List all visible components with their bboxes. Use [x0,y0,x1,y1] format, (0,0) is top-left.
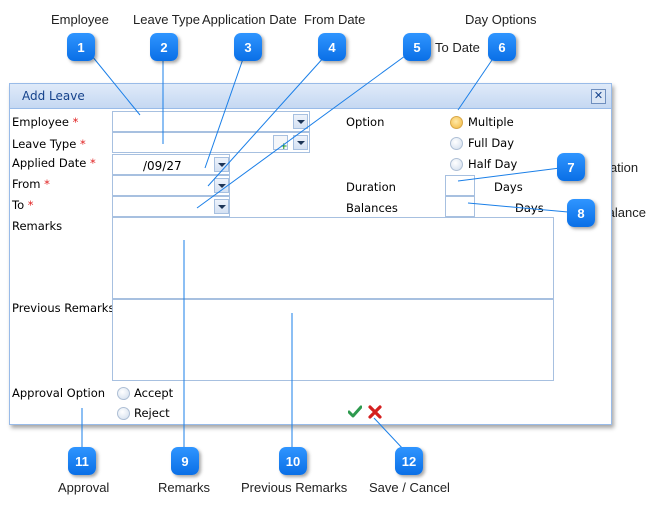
close-icon[interactable]: ✕ [591,89,606,104]
approval-option-label: Approval Option [12,386,106,400]
callout-caption-10: Previous Remarks [241,480,348,495]
from-date-picker-button[interactable] [214,178,229,193]
callout-badge-2: 2 [150,33,178,61]
callout-caption-12: Save / Cancel [369,480,450,495]
callout-caption-6: Day Options [465,12,537,27]
applied-date-value: /09/27 [143,159,182,173]
employee-label: Employee * [12,115,79,129]
leave-type-dropdown-button[interactable] [293,135,308,150]
previous-remarks-textarea[interactable] [112,299,554,381]
callout-badge-5: 5 [403,33,431,61]
duration-unit: Days [494,180,523,194]
option-label: Option [346,115,385,129]
check-icon[interactable] [347,404,363,418]
duration-field[interactable] [445,175,475,196]
approval-accept-label[interactable]: Accept [134,386,173,400]
remarks-label: Remarks [12,219,63,233]
to-date-picker-button[interactable] [214,199,229,214]
approval-accept-radio[interactable] [117,387,130,400]
dialog-titlebar: Add Leave ✕ [10,84,611,109]
balances-unit: Days [515,201,544,215]
callout-caption-1: Employee [51,12,109,27]
applied-date-picker-button[interactable] [214,157,229,172]
callout-badge-3: 3 [234,33,262,61]
applied-date-label: Applied Date * [12,156,96,170]
option-multiple-label[interactable]: Multiple [468,115,514,129]
callout-badge-8: 8 [567,199,595,227]
leave-type-select[interactable]: + [112,132,310,153]
callout-badge-1: 1 [67,33,95,61]
option-full-day-radio[interactable] [450,137,463,150]
balances-field[interactable] [445,196,475,217]
callout-badge-11: 11 [68,447,96,475]
balances-label: Balances [346,201,398,215]
previous-remarks-label: Previous Remarks [12,301,115,315]
from-label: From * [12,177,50,191]
callout-badge-9: 9 [171,447,199,475]
option-half-day-radio[interactable] [450,158,463,171]
callout-badge-10: 10 [279,447,307,475]
leave-type-label: Leave Type * [12,137,86,151]
x-icon[interactable] [368,404,382,419]
callout-caption-4: From Date [304,12,366,27]
callout-caption-3: Application Date [202,12,297,27]
callout-badge-6: 6 [488,33,516,61]
add-leave-type-icon[interactable]: + [273,135,288,152]
employee-select[interactable] [112,111,310,132]
approval-reject-label[interactable]: Reject [134,406,170,420]
remarks-textarea[interactable] [112,217,554,299]
callout-caption-9: Remarks [158,480,211,495]
callout-caption-5: To Date [435,40,480,55]
option-half-day-label[interactable]: Half Day [468,157,517,171]
option-multiple-radio[interactable] [450,116,463,129]
callout-caption-2: Leave Type [133,12,200,27]
callout-badge-4: 4 [318,33,346,61]
option-full-day-label[interactable]: Full Day [468,136,514,150]
to-date-field[interactable] [112,196,230,217]
add-leave-dialog: Add Leave ✕ Employee * Leave Type * + Ap… [9,83,612,425]
dialog-title: Add Leave [22,89,85,103]
callout-badge-12: 12 [395,447,423,475]
to-label: To * [12,198,34,212]
callout-badge-7: 7 [557,153,585,181]
from-date-field[interactable] [112,175,230,196]
approval-reject-radio[interactable] [117,407,130,420]
duration-label: Duration [346,180,396,194]
employee-dropdown-button[interactable] [293,114,308,129]
callout-caption-11: Approval [58,480,110,495]
applied-date-field[interactable]: /09/27 [112,154,230,175]
